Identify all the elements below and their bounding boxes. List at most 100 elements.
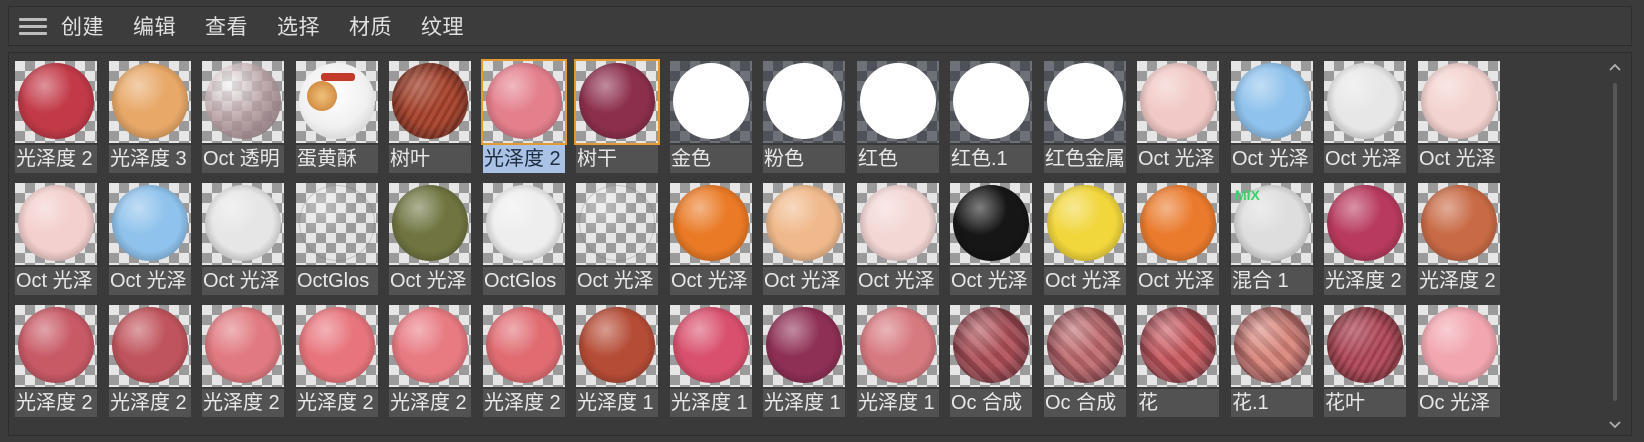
material-label: Oct 光泽	[1231, 145, 1313, 173]
material-tile[interactable]: Oct 光泽	[1135, 181, 1221, 297]
material-preview	[109, 183, 191, 265]
material-sphere	[299, 63, 375, 139]
material-tile[interactable]: Oct 光泽	[1322, 59, 1408, 175]
material-tile[interactable]: Oct 光泽	[668, 181, 754, 297]
material-label: Oct 光泽	[763, 267, 845, 295]
material-sphere	[1421, 63, 1497, 139]
material-tile[interactable]: 花.1	[1229, 303, 1315, 419]
material-tile[interactable]: 树干	[574, 59, 660, 175]
material-preview	[1137, 61, 1219, 143]
vertical-scrollbar[interactable]	[1605, 59, 1625, 431]
material-preview	[15, 305, 97, 387]
material-tile[interactable]: 光泽度 2	[387, 303, 473, 419]
material-tile[interactable]: Oct 光泽	[761, 181, 847, 297]
material-preview	[389, 305, 471, 387]
material-label: 红色	[857, 145, 939, 173]
material-tile[interactable]: Oct 透明	[200, 59, 286, 175]
material-preview	[1324, 305, 1406, 387]
material-tile[interactable]: 花	[1135, 303, 1221, 419]
material-preview	[1231, 305, 1313, 387]
material-tile[interactable]: 光泽度 2	[1322, 181, 1408, 297]
material-sphere	[1140, 63, 1216, 139]
material-tile[interactable]: Oct 光泽	[107, 181, 193, 297]
material-tile[interactable]: MIX 混合 1	[1229, 181, 1315, 297]
material-tile[interactable]: Oct 光泽	[200, 181, 286, 297]
material-tile[interactable]: Oct 光泽	[1042, 181, 1128, 297]
material-tile[interactable]: 光泽度 3	[107, 59, 193, 175]
hamburger-menu-icon[interactable]	[19, 15, 49, 37]
material-tile[interactable]: Oct 光泽	[1229, 59, 1315, 175]
material-tile[interactable]: 光泽度 2	[200, 303, 286, 419]
material-preview	[950, 183, 1032, 265]
menu-material[interactable]: 材质	[349, 11, 392, 41]
material-tile[interactable]: Oc 合成	[948, 303, 1034, 419]
scroll-down-icon[interactable]	[1608, 417, 1622, 431]
material-tile[interactable]: 红色.1	[948, 59, 1034, 175]
menu-select[interactable]: 选择	[277, 11, 320, 41]
material-tile[interactable]: Oct 光泽	[387, 181, 473, 297]
material-label: 光泽度 2	[109, 389, 191, 417]
material-preview	[1044, 61, 1126, 143]
material-tile[interactable]: Oct 光泽	[13, 181, 99, 297]
material-label: 光泽度 2	[296, 389, 378, 417]
material-tile[interactable]: 光泽度 1	[574, 303, 660, 419]
material-tile[interactable]: 光泽度 2	[481, 59, 567, 175]
material-preview	[576, 305, 658, 387]
material-label: Oct 光泽	[670, 267, 752, 295]
material-label: Oct 光泽	[202, 267, 284, 295]
material-sphere	[205, 307, 281, 383]
scroll-track[interactable]	[1613, 83, 1617, 401]
menu-bar: 创建 编辑 查看 选择 材质 纹理	[8, 6, 1632, 46]
material-browser-panel: 光泽度 2 光泽度 3 Oct 透明 蛋黄酥 树叶 光泽度 2 树干 金色 粉色 红色 红色.1 红色…	[8, 52, 1632, 436]
material-tile[interactable]: 光泽度 1	[761, 303, 847, 419]
material-label: Oct 光泽	[1137, 267, 1219, 295]
material-preview	[1418, 305, 1500, 387]
material-tile[interactable]: 光泽度 2	[13, 59, 99, 175]
material-label: Oct 光泽	[389, 267, 471, 295]
material-tile[interactable]: 光泽度 2	[1416, 181, 1502, 297]
material-tile[interactable]: Oct 光泽	[574, 181, 660, 297]
material-tile[interactable]: 花叶	[1322, 303, 1408, 419]
material-tile[interactable]: 光泽度 1	[855, 303, 941, 419]
menu-edit[interactable]: 编辑	[133, 11, 176, 41]
material-tile[interactable]: 红色	[855, 59, 941, 175]
material-tile[interactable]: OctGlos	[294, 181, 380, 297]
material-tile[interactable]: 树叶	[387, 59, 473, 175]
material-tile[interactable]: 光泽度 2	[294, 303, 380, 419]
material-preview	[857, 305, 939, 387]
material-tile[interactable]: 光泽度 2	[481, 303, 567, 419]
material-tile[interactable]: 蛋黄酥	[294, 59, 380, 175]
material-preview	[109, 305, 191, 387]
menu-texture[interactable]: 纹理	[421, 11, 464, 41]
material-tile[interactable]: Oct 光泽	[855, 181, 941, 297]
material-tile[interactable]: Oct 光泽	[1416, 59, 1502, 175]
material-tile[interactable]: Oc 光泽	[1416, 303, 1502, 419]
menu-view[interactable]: 查看	[205, 11, 248, 41]
material-label: Oct 光泽	[950, 267, 1032, 295]
material-tile[interactable]: 光泽度 1	[668, 303, 754, 419]
material-tile[interactable]: 红色金属	[1042, 59, 1128, 175]
material-sphere	[953, 185, 1029, 261]
material-sphere	[18, 307, 94, 383]
material-tile[interactable]: Oct 光泽	[1135, 59, 1221, 175]
material-tile[interactable]: 光泽度 2	[13, 303, 99, 419]
material-sphere	[860, 307, 936, 383]
material-tile[interactable]: 光泽度 2	[107, 303, 193, 419]
menu-create[interactable]: 创建	[61, 11, 104, 41]
material-preview	[670, 183, 752, 265]
material-label: 花叶	[1324, 389, 1406, 417]
material-preview	[857, 183, 939, 265]
scroll-up-icon[interactable]	[1608, 61, 1622, 75]
material-tile[interactable]: 金色	[668, 59, 754, 175]
material-sphere	[205, 185, 281, 261]
material-label: 蛋黄酥	[296, 145, 378, 173]
material-sphere	[392, 63, 468, 139]
scroll-thumb[interactable]	[1613, 83, 1617, 401]
material-tile[interactable]: Oct 光泽	[948, 181, 1034, 297]
material-label: Oc 合成	[1044, 389, 1126, 417]
material-tile[interactable]: OctGlos	[481, 181, 567, 297]
material-tile[interactable]: Oc 合成	[1042, 303, 1128, 419]
material-sphere	[1327, 307, 1403, 383]
material-tile[interactable]: 粉色	[761, 59, 847, 175]
material-preview	[1044, 305, 1126, 387]
